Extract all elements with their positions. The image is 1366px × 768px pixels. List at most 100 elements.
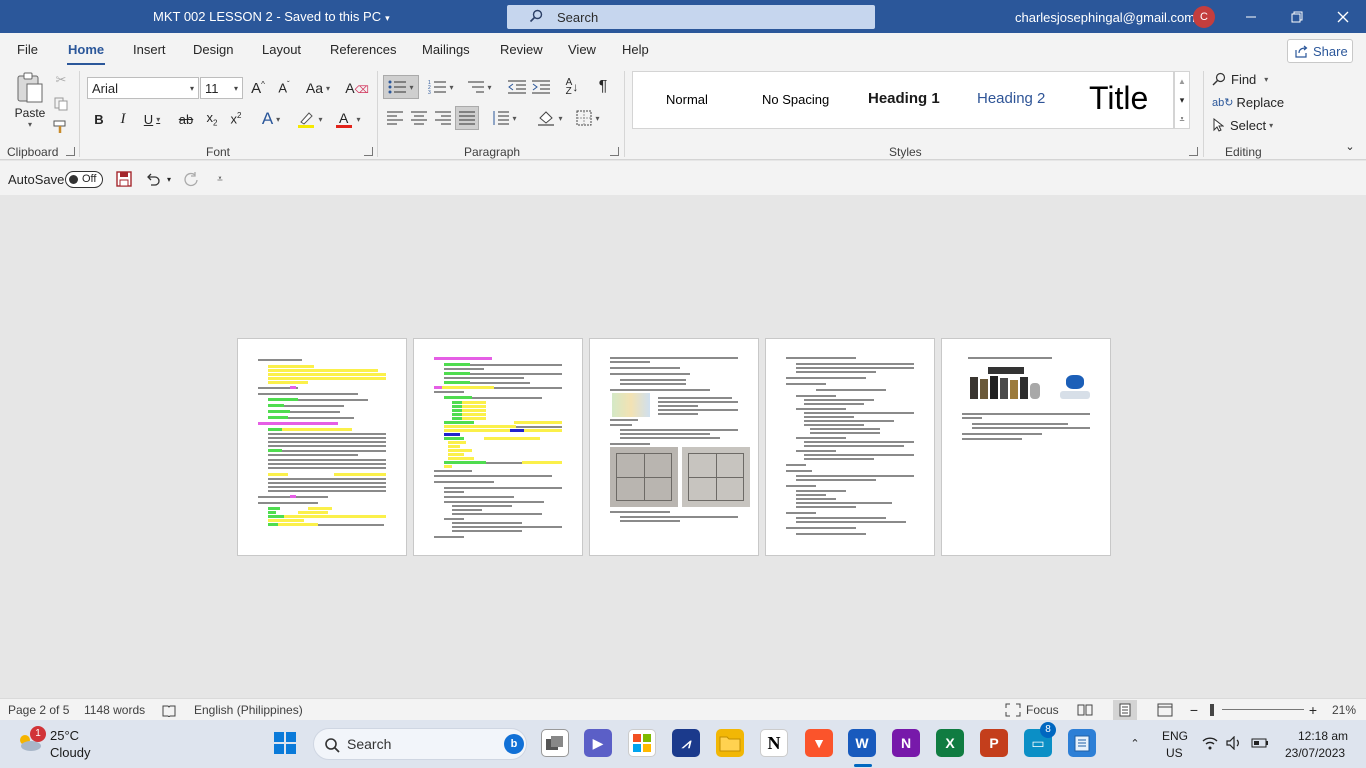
styles-scroll-up-button[interactable]: ▲ — [1175, 72, 1189, 90]
tab-help[interactable]: Help — [622, 42, 649, 57]
show-formatting-button[interactable]: ¶ — [593, 75, 613, 99]
page-indicator[interactable]: Page 2 of 5 — [8, 703, 69, 717]
replace-button[interactable]: ab↻ Replace — [1212, 92, 1284, 112]
multilevel-list-button[interactable]: ▾ — [463, 75, 495, 99]
powerpoint-button[interactable]: P — [980, 729, 1008, 757]
tab-design[interactable]: Design — [193, 42, 233, 57]
style-normal[interactable]: Normal — [666, 92, 708, 107]
start-button[interactable] — [271, 729, 299, 757]
web-layout-button[interactable] — [1156, 701, 1174, 719]
tab-review[interactable]: Review — [500, 42, 543, 57]
tab-view[interactable]: View — [568, 42, 596, 57]
tab-home[interactable]: Home — [68, 42, 104, 57]
language-indicator[interactable]: English (Philippines) — [194, 703, 303, 717]
tab-references[interactable]: References — [330, 42, 396, 57]
language-indicator-bottom[interactable]: US — [1166, 746, 1183, 760]
paragraph-launcher-icon[interactable] — [610, 147, 619, 156]
share-button[interactable]: Share — [1287, 39, 1353, 63]
highlight-color-button[interactable]: ▾ — [293, 108, 327, 130]
account-email[interactable]: charlesjosephingal@gmail.com — [1015, 10, 1195, 25]
onenote-button[interactable]: N — [892, 729, 920, 757]
customize-qat-button[interactable]: ⩡ — [212, 169, 228, 189]
undo-button[interactable] — [143, 169, 163, 189]
paste-button[interactable]: Paste ▾ — [10, 69, 50, 131]
save-button[interactable] — [114, 169, 134, 189]
clear-formatting-button[interactable]: A⌫ — [345, 77, 368, 99]
sort-button[interactable]: A Z ↓ — [561, 75, 583, 99]
shading-button[interactable]: ▾ — [533, 107, 567, 129]
clock-date[interactable]: 23/07/2023 — [1285, 746, 1345, 760]
ms-store-button[interactable] — [628, 729, 656, 757]
font-name-combo[interactable]: Arial ▾ — [87, 77, 199, 99]
underline-button[interactable]: U ▾ — [137, 108, 167, 130]
zoom-in-button[interactable]: + — [1307, 701, 1319, 719]
subscript-button[interactable]: x2 — [201, 108, 223, 130]
align-center-button[interactable] — [409, 107, 429, 129]
document-canvas[interactable] — [0, 195, 1366, 698]
brave-browser-button[interactable]: ▼ — [805, 729, 833, 757]
vector-app-button[interactable]: ⩘ — [672, 729, 700, 757]
excel-button[interactable]: X — [936, 729, 964, 757]
superscript-button[interactable]: x2 — [225, 108, 247, 130]
styles-launcher-icon[interactable] — [1189, 147, 1198, 156]
taskbar-search[interactable]: Search b — [313, 728, 527, 760]
shrink-font-button[interactable]: Aˇ — [274, 77, 294, 99]
select-button[interactable]: Select ▾ — [1212, 115, 1276, 135]
zoom-slider-thumb[interactable] — [1210, 704, 1214, 716]
zoom-out-button[interactable]: − — [1188, 701, 1200, 719]
restore-button[interactable] — [1274, 0, 1320, 33]
battery-button[interactable] — [1250, 735, 1270, 751]
font-size-combo[interactable]: 11 ▾ — [200, 77, 243, 99]
borders-button[interactable]: ▾ — [571, 107, 605, 129]
clock-time[interactable]: 12:18 am — [1298, 729, 1348, 743]
align-right-button[interactable] — [433, 107, 453, 129]
document-page-2[interactable] — [413, 338, 583, 556]
zoom-level[interactable]: 21% — [1332, 703, 1356, 717]
align-left-button[interactable] — [385, 107, 405, 129]
document-page-3[interactable] — [589, 338, 759, 556]
show-hidden-icons-button[interactable]: ⌃ — [1126, 734, 1144, 752]
language-indicator-top[interactable]: ENG — [1162, 729, 1188, 743]
style-heading-1[interactable]: Heading 1 — [868, 90, 940, 107]
strikethrough-button[interactable]: ab — [175, 108, 197, 130]
decrease-indent-button[interactable] — [507, 75, 527, 99]
document-page-5[interactable] — [941, 338, 1111, 556]
collapse-ribbon-button[interactable]: ⌄ — [1342, 139, 1358, 153]
notepad-button[interactable] — [1068, 729, 1096, 757]
italic-button[interactable]: I — [113, 108, 133, 130]
grow-font-button[interactable]: A^ — [248, 77, 268, 99]
find-button[interactable]: Find ▾ — [1212, 69, 1272, 89]
numbering-button[interactable]: 1 2 3 ▾ — [425, 75, 457, 99]
bold-button[interactable]: B — [89, 108, 109, 130]
print-layout-button[interactable] — [1113, 700, 1137, 720]
wifi-button[interactable] — [1201, 735, 1219, 751]
justify-button[interactable] — [455, 106, 479, 130]
focus-button[interactable]: Focus — [1005, 701, 1059, 719]
document-title[interactable]: MKT 002 LESSON 2 - Saved to this PC ▾ — [153, 9, 390, 24]
minimize-button[interactable] — [1228, 0, 1274, 33]
proofing-button[interactable] — [160, 702, 178, 718]
word-button[interactable]: W — [848, 729, 876, 757]
task-view-button[interactable] — [541, 729, 569, 757]
change-case-button[interactable]: Aa ▾ — [302, 77, 334, 99]
clipboard-launcher-icon[interactable] — [66, 147, 75, 156]
style-title[interactable]: Title — [1089, 80, 1148, 117]
word-count[interactable]: 1148 words — [84, 703, 145, 717]
autosave-toggle[interactable]: Off — [65, 171, 103, 188]
copy-button[interactable] — [52, 95, 70, 113]
increase-indent-button[interactable] — [531, 75, 551, 99]
tab-mailings[interactable]: Mailings — [422, 42, 470, 57]
read-mode-button[interactable] — [1076, 701, 1094, 719]
bullets-button[interactable]: ▾ — [383, 75, 419, 99]
redo-button[interactable] — [181, 169, 201, 189]
teams-chat-button[interactable]: ▶ — [584, 729, 612, 757]
file-explorer-button[interactable] — [716, 729, 744, 757]
notion-button[interactable]: N — [760, 729, 788, 757]
styles-more-button[interactable]: ⩡ — [1175, 110, 1189, 128]
cut-button[interactable]: ✂ — [52, 71, 70, 89]
zoom-slider[interactable] — [1222, 709, 1304, 710]
volume-button[interactable] — [1225, 735, 1243, 751]
tab-layout[interactable]: Layout — [262, 42, 301, 57]
search-box[interactable]: Search — [507, 5, 875, 29]
tab-insert[interactable]: Insert — [133, 42, 166, 57]
